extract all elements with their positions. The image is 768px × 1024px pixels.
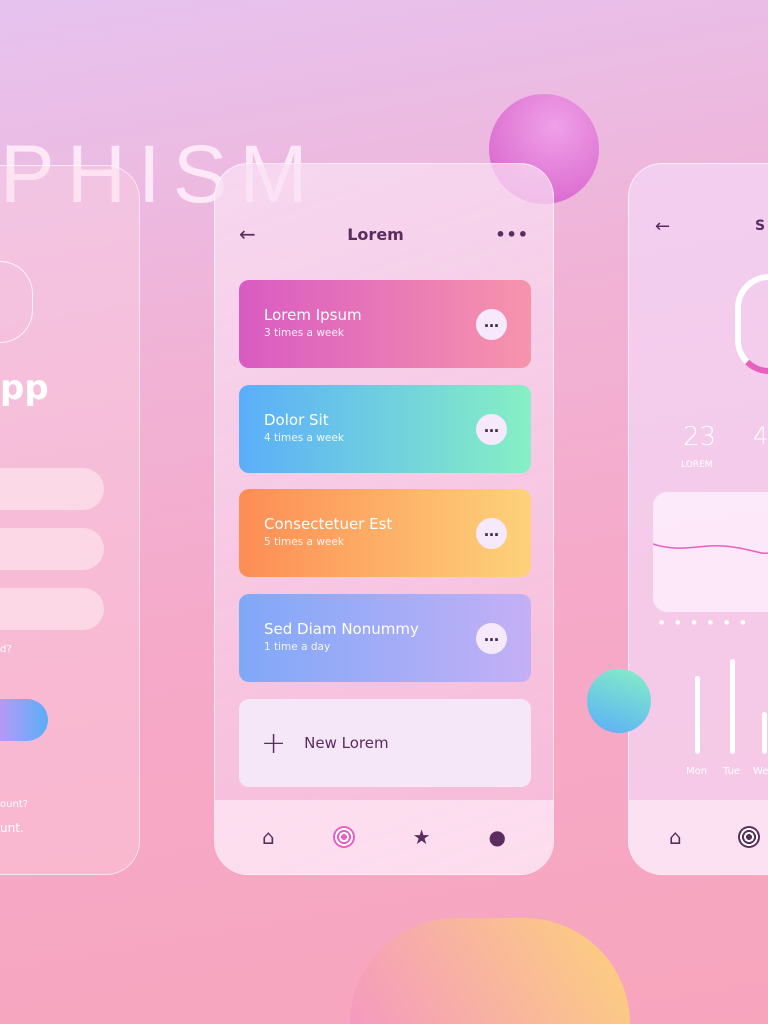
stat-value-2: 4	[753, 422, 768, 450]
username-field[interactable]	[0, 468, 104, 510]
account-question: ount?	[0, 799, 29, 810]
bg-sphere-teal	[587, 669, 651, 733]
forgot-password-link[interactable]: d?	[0, 644, 12, 655]
day-label: Tue	[723, 766, 741, 777]
habit-frequency: 5 times a week	[264, 536, 344, 548]
back-arrow-icon[interactable]: ←	[239, 222, 256, 246]
habit-frequency: 4 times a week	[264, 432, 344, 444]
home-icon[interactable]: ⌂	[262, 825, 275, 849]
target-icon[interactable]	[737, 826, 760, 848]
habit-item[interactable]: Consectetuer Est 5 times a week …	[239, 489, 531, 577]
bg-sphere-orange	[350, 918, 630, 1024]
habit-item[interactable]: Dolor Sit 4 times a week …	[239, 385, 531, 473]
new-item-label: New Lorem	[304, 734, 389, 752]
create-account-link[interactable]: unt.	[0, 821, 24, 835]
habit-item[interactable]: Lorem Ipsum 3 times a week …	[239, 280, 531, 368]
item-menu-icon[interactable]: …	[476, 414, 507, 445]
day-label: We	[753, 766, 768, 777]
progress-ring	[735, 274, 768, 374]
stats-title: S	[755, 218, 766, 234]
habit-frequency: 3 times a week	[264, 327, 344, 339]
logo-circle	[0, 261, 33, 343]
habit-name: Sed Diam Nonummy	[264, 620, 419, 638]
star-icon[interactable]: ★	[413, 825, 431, 849]
stats-screen: ← S 23 LOREM 4 ●●●●●● Mon Tue We ⌂	[628, 163, 768, 875]
item-menu-icon[interactable]: …	[476, 518, 507, 549]
page-dots: ●●●●●●	[659, 619, 757, 626]
habits-screen: ← Lorem ••• Lorem Ipsum 3 times a week … D…	[214, 163, 554, 875]
home-icon[interactable]: ⌂	[669, 825, 682, 849]
app-title: pp	[0, 368, 49, 408]
habit-name: Lorem Ipsum	[264, 306, 362, 324]
user-icon[interactable]: ●	[489, 825, 506, 849]
stat-value: 23	[683, 422, 717, 452]
bar	[695, 676, 700, 754]
back-arrow-icon[interactable]: ←	[655, 216, 670, 237]
new-item-button[interactable]: + New Lorem	[239, 699, 531, 787]
line-chart-card	[652, 492, 768, 612]
day-label: Mon	[686, 766, 708, 777]
bottom-nav: ⌂	[629, 800, 768, 874]
item-menu-icon[interactable]: …	[476, 309, 507, 340]
page-title: Lorem	[347, 224, 404, 244]
target-icon[interactable]	[332, 826, 355, 848]
login-screen: pp d? ount? unt.	[0, 165, 140, 875]
stat-label: LOREM	[681, 460, 713, 470]
bar	[762, 712, 767, 754]
password-field[interactable]	[0, 588, 104, 630]
plus-icon: +	[261, 725, 287, 761]
login-button[interactable]	[0, 699, 48, 741]
more-icon[interactable]: •••	[495, 225, 529, 244]
email-field[interactable]	[0, 528, 104, 570]
bar	[730, 659, 735, 754]
line-chart	[652, 543, 768, 554]
bottom-nav: ⌂ ★ ●	[215, 800, 553, 874]
habit-frequency: 1 time a day	[264, 641, 331, 653]
item-menu-icon[interactable]: …	[476, 623, 507, 654]
habit-item[interactable]: Sed Diam Nonummy 1 time a day …	[239, 594, 531, 682]
habit-name: Consectetuer Est	[264, 515, 393, 533]
habit-name: Dolor Sit	[264, 411, 329, 429]
